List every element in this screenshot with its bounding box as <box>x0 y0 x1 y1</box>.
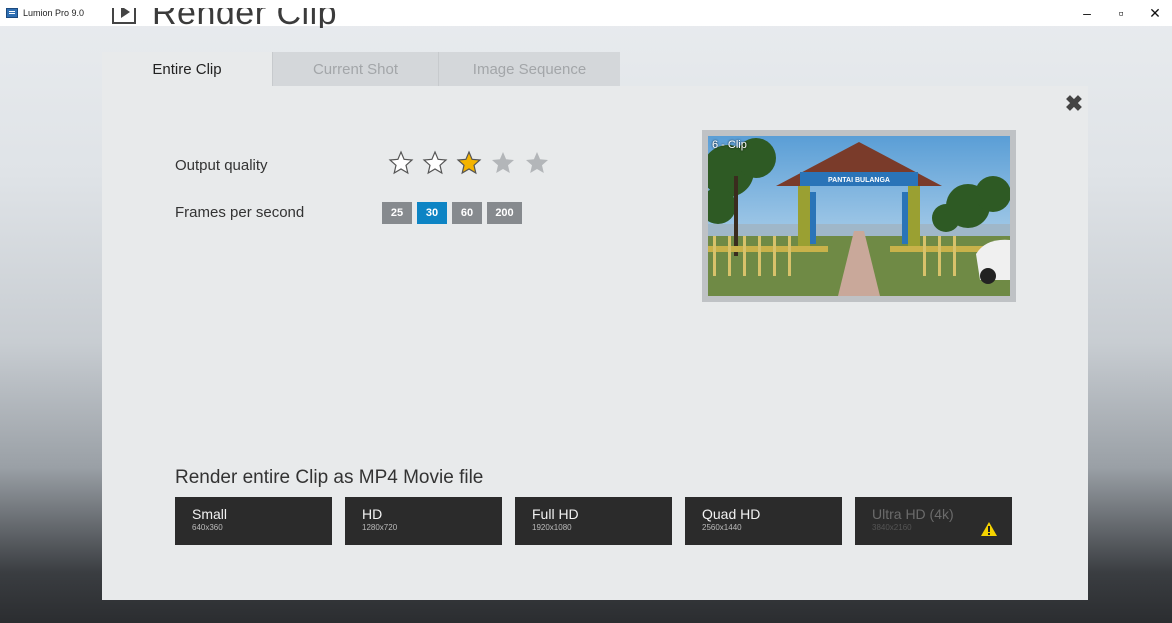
res-name: Quad HD <box>702 506 761 522</box>
fps-options: 25 30 60 200 <box>382 202 522 224</box>
fps-60-button[interactable]: 60 <box>452 202 482 224</box>
res-dims: 640x360 <box>192 523 223 532</box>
res-name: Ultra HD (4k) <box>872 506 954 522</box>
tab-entire-clip[interactable]: Entire Clip <box>102 52 272 86</box>
fps-200-button[interactable]: 200 <box>487 202 522 224</box>
window-controls: – ▫ ✕ <box>1070 0 1172 26</box>
play-icon <box>112 8 136 24</box>
render-panel: ✖ Output quality Frames per second 25 30… <box>102 86 1088 600</box>
tab-image-sequence[interactable]: Image Sequence <box>438 52 620 86</box>
resolution-options: Small 640x360 HD 1280x720 Full HD 1920x1… <box>175 497 1012 545</box>
render-small-button[interactable]: Small 640x360 <box>175 497 332 545</box>
res-dims: 1280x720 <box>362 523 398 532</box>
star-icon[interactable] <box>388 150 414 176</box>
preview-scene: PANTAI BULANGA <box>708 136 1010 296</box>
fps-label: Frames per second <box>175 204 305 221</box>
maximize-button[interactable]: ▫ <box>1104 0 1138 26</box>
res-name: Small <box>192 506 228 522</box>
output-quality-stars <box>388 150 550 176</box>
res-name: HD <box>362 506 383 522</box>
star-icon[interactable] <box>490 150 516 176</box>
window-title: Lumion Pro 9.0 <box>23 8 85 18</box>
render-heading: Render entire Clip as MP4 Movie file <box>175 467 484 488</box>
res-dims: 1920x1080 <box>532 523 572 532</box>
fps-25-button[interactable]: 25 <box>382 202 412 224</box>
clip-preview: PANTAI BULANGA 6 - Clip <box>702 130 1016 302</box>
fps-30-button[interactable]: 30 <box>417 202 447 224</box>
preview-label: 6 - Clip <box>712 139 747 151</box>
page-title: Render Clip <box>152 8 338 28</box>
star-icon[interactable] <box>524 150 550 176</box>
render-hd-button[interactable]: HD 1280x720 <box>345 497 502 545</box>
res-name: Full HD <box>532 506 579 522</box>
warning-icon <box>981 522 997 536</box>
star-icon[interactable] <box>422 150 448 176</box>
tab-current-shot[interactable]: Current Shot <box>272 52 438 86</box>
res-dims: 2560x1440 <box>702 523 742 532</box>
preview-image: PANTAI BULANGA 6 - Clip <box>708 136 1010 296</box>
close-icon[interactable]: ✖ <box>1064 91 1084 116</box>
render-tabs: Entire Clip Current Shot Image Sequence <box>102 52 620 86</box>
page-title-region: Render Clip <box>112 8 372 28</box>
render-ultra-hd-button[interactable]: Ultra HD (4k) 3840x2160 <box>855 497 1012 545</box>
render-full-hd-button[interactable]: Full HD 1920x1080 <box>515 497 672 545</box>
output-quality-label: Output quality <box>175 157 268 174</box>
gate-sign-text: PANTAI BULANGA <box>828 177 890 184</box>
render-quad-hd-button[interactable]: Quad HD 2560x1440 <box>685 497 842 545</box>
app-icon <box>6 8 18 18</box>
minimize-button[interactable]: – <box>1070 0 1104 26</box>
close-window-button[interactable]: ✕ <box>1138 0 1172 26</box>
star-icon[interactable] <box>456 150 482 176</box>
